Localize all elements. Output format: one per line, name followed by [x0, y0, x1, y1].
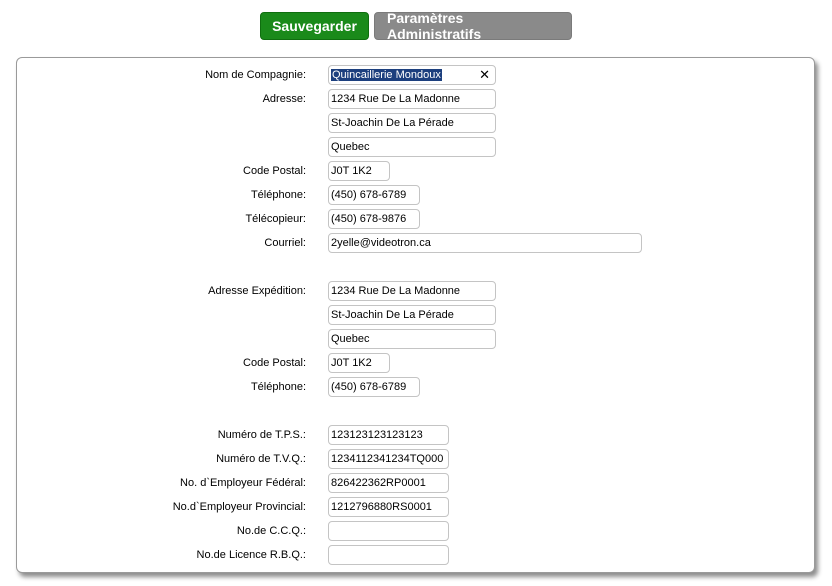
shipping-phone-label: Téléphone: — [250, 381, 306, 393]
provincial-employer-label: No.d`Employeur Provincial: — [172, 501, 306, 513]
phone-label: Téléphone: — [250, 189, 306, 201]
clear-icon[interactable]: ✕ — [479, 66, 490, 84]
ccq-field[interactable] — [328, 521, 449, 541]
top-toolbar: Sauvegarder Paramètres Administratifs — [260, 10, 572, 42]
phone-field[interactable]: (450) 678-6789 — [328, 185, 420, 205]
tps-field[interactable]: 123123123123123 — [328, 425, 449, 445]
company-form-panel: Nom de Compagnie: Quincaillerie Mondoux … — [16, 57, 815, 573]
postal-code-label: Code Postal: — [243, 165, 306, 177]
provincial-employer-field[interactable]: 1212796880RS0001 — [328, 497, 449, 517]
shipping-postal-code-label: Code Postal: — [243, 357, 306, 369]
federal-employer-field[interactable]: 826422362RP0001 — [328, 473, 449, 493]
address-line2-field[interactable]: St-Joachin De La Pérade — [328, 113, 496, 133]
rbq-label: No.de Licence R.B.Q.: — [196, 549, 306, 561]
postal-code-field[interactable]: J0T 1K2 — [328, 161, 390, 181]
address-label: Adresse: — [262, 93, 306, 105]
fax-field[interactable]: (450) 678-9876 — [328, 209, 420, 229]
shipping-phone-field[interactable]: (450) 678-6789 — [328, 377, 420, 397]
tvq-label: Numéro de T.V.Q.: — [216, 453, 306, 465]
address-line3-field[interactable]: Quebec — [328, 137, 496, 157]
company-name-field[interactable]: Quincaillerie Mondoux ✕ — [328, 65, 496, 85]
company-name-value: Quincaillerie Mondoux — [331, 69, 442, 81]
ccq-label: No.de C.C.Q.: — [236, 525, 306, 537]
tps-label: Numéro de T.P.S.: — [217, 429, 306, 441]
shipping-address-line3-field[interactable]: Quebec — [328, 329, 496, 349]
address-line1-field[interactable]: 1234 Rue De La Madonne — [328, 89, 496, 109]
shipping-postal-code-field[interactable]: J0T 1K2 — [328, 353, 390, 373]
federal-employer-label: No. d`Employeur Fédéral: — [180, 477, 306, 489]
rbq-field[interactable] — [328, 545, 449, 565]
email-field[interactable]: 2yelle@videotron.ca — [328, 233, 642, 253]
shipping-address-label: Adresse Expédition: — [208, 285, 306, 297]
email-label: Courriel: — [264, 237, 306, 249]
admin-settings-button[interactable]: Paramètres Administratifs — [374, 10, 572, 42]
tvq-field[interactable]: 1234112341234TQ000 — [328, 449, 449, 469]
shipping-address-line2-field[interactable]: St-Joachin De La Pérade — [328, 305, 496, 325]
company-name-label: Nom de Compagnie: — [205, 69, 306, 81]
shipping-address-line1-field[interactable]: 1234 Rue De La Madonne — [328, 281, 496, 301]
fax-label: Télécopieur: — [245, 213, 306, 225]
save-button[interactable]: Sauvegarder — [260, 12, 369, 40]
